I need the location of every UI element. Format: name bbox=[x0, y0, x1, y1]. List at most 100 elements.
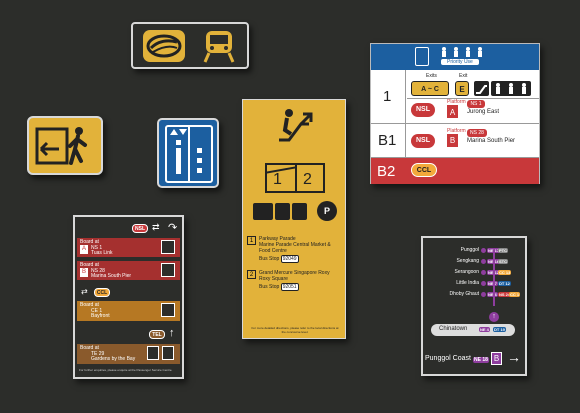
route-station-row: Sengkang NE 16 STC bbox=[423, 257, 527, 267]
right-arrow-icon: → bbox=[507, 349, 521, 365]
route-station-row: Punggol NE 17 PTC bbox=[423, 246, 527, 256]
exit-2-block: 2 Grand Mercure Singapore Roxy Roxy Squa… bbox=[247, 270, 343, 310]
ns28-code: NS 28 bbox=[470, 130, 484, 136]
station-code: DT 19 bbox=[493, 327, 506, 332]
current-station-pill: Chinatown NE 4 DT 19 bbox=[431, 324, 515, 336]
station-dot-icon bbox=[481, 259, 486, 264]
exit-number: 1 bbox=[249, 238, 254, 244]
level-label: B2 bbox=[377, 163, 396, 180]
toilet-icon bbox=[491, 81, 531, 96]
info-i-icon bbox=[176, 140, 181, 174]
level-b1-row: B1 NSL Platform B NS 28 Marina South Pie… bbox=[371, 124, 539, 158]
tel-row: Board at TE 29 Gardens by the Bay bbox=[77, 344, 180, 364]
station-dest: Tuas Link bbox=[91, 250, 113, 256]
exit-label: Exit bbox=[459, 73, 468, 79]
platform-letter: B bbox=[81, 269, 86, 275]
station-name: Little India bbox=[456, 280, 479, 286]
train-icon bbox=[197, 28, 241, 64]
level-b2-row: B2 CCL bbox=[371, 158, 539, 184]
up-down-arrow-icon bbox=[170, 129, 187, 135]
station-code: CC 1 bbox=[509, 292, 521, 297]
parking-icon: P bbox=[317, 201, 337, 221]
station-dot-icon bbox=[481, 292, 486, 297]
exit-dest: Roxy Square bbox=[259, 276, 288, 282]
platform-door-icon bbox=[161, 240, 175, 254]
escalator-icon bbox=[474, 81, 489, 96]
button-panel-icon bbox=[197, 148, 202, 173]
bus-stop-label: Bus Stop bbox=[259, 284, 280, 290]
station-dest: Gardens by the Bay bbox=[91, 356, 136, 362]
wheelchair-icon bbox=[275, 203, 290, 220]
taxi-icon bbox=[292, 203, 307, 220]
smrt-train-sign bbox=[131, 22, 249, 69]
tel-badge: TEL bbox=[152, 332, 162, 338]
nsl-badge: NSL bbox=[416, 137, 430, 144]
direction-up-icon: ↑ bbox=[489, 312, 499, 322]
bus-stop-code: 92049 bbox=[280, 255, 299, 263]
route-line bbox=[493, 250, 495, 306]
station-code: DT 12 bbox=[498, 281, 511, 286]
level-label: 1 bbox=[383, 88, 392, 105]
station-dot-icon bbox=[481, 270, 486, 275]
platform-a: A bbox=[449, 108, 456, 117]
platform-guide-sign: NSL ⇄ ↷ Board at A NS 1 Tuas Link Board … bbox=[73, 215, 184, 379]
station-dest: Marina South Pier bbox=[91, 273, 132, 279]
platform-letter: A bbox=[81, 246, 86, 252]
ccl-badge: CCL bbox=[96, 290, 108, 296]
amenity-icons: P bbox=[253, 201, 339, 223]
level-2-box: 2 bbox=[303, 171, 312, 188]
route-station-row: Dhoby Ghaut NE 6 NS 24 CC 1 bbox=[423, 290, 527, 300]
route-station-row: Little India NE 7 DT 12 bbox=[423, 279, 527, 289]
ccl-row: Board at CE 1 Bayfront bbox=[77, 301, 180, 321]
platform-door-icon bbox=[161, 263, 175, 277]
platform-row-a: Board at A NS 1 Tuas Link bbox=[77, 238, 180, 257]
level-label: B1 bbox=[378, 132, 397, 149]
platform-row-b: Board at B NS 28 Marina South Pier bbox=[77, 261, 180, 280]
escalator-exits-sign: 1 2 P 1 Parkway Parade Marine Parade Cen… bbox=[242, 99, 346, 339]
jurong-east-dest: Jurong East bbox=[467, 109, 500, 115]
platform-door-icon bbox=[147, 346, 159, 360]
transfer-walk-icon: ⇄ bbox=[81, 287, 88, 296]
route-board-sign: Punggol NE 17 PTC Sengkang NE 16 STC Serangoon… bbox=[421, 236, 527, 376]
station-name: Dhoby Ghaut bbox=[449, 291, 479, 297]
destination-code: NE 18 bbox=[473, 357, 489, 363]
level-1-box: 1 bbox=[273, 171, 282, 188]
station-name: Sengkang bbox=[456, 258, 479, 264]
brand-logo-icon bbox=[143, 30, 185, 62]
sign-footer: For more detailed directions, please ref… bbox=[251, 326, 339, 334]
platform-letter: B bbox=[493, 354, 500, 363]
station-code: NE 4 bbox=[479, 327, 490, 332]
platform-door-icon bbox=[161, 303, 175, 317]
station-name: Serangoon bbox=[454, 269, 479, 275]
turn-arrow-icon: ↷ bbox=[168, 222, 178, 234]
guide-footer: For further enquiries, please enquire at… bbox=[79, 368, 173, 372]
toilet-icon bbox=[253, 203, 273, 220]
priority-icons bbox=[442, 47, 482, 57]
bus-stop-label: Bus Stop bbox=[259, 256, 280, 262]
exit-dest: Food Centre bbox=[259, 248, 287, 254]
platform-door-icon bbox=[162, 346, 174, 360]
station-code: CC 13 bbox=[498, 270, 512, 275]
current-station-name: Chinatown bbox=[439, 326, 468, 332]
nsl-badge: NSL bbox=[416, 106, 430, 113]
exit-sign bbox=[27, 116, 103, 175]
platform-b: B bbox=[449, 136, 456, 145]
up-arrow-icon: ↑ bbox=[169, 327, 175, 339]
exits-label: Exits bbox=[426, 73, 437, 79]
exits-a-c: A ~ C bbox=[421, 86, 439, 93]
station-code: PTC bbox=[498, 248, 508, 253]
station-dest: Bayfront bbox=[91, 313, 110, 319]
exit-person-icon bbox=[35, 127, 87, 165]
transfer-icon: ⇄ bbox=[152, 222, 160, 232]
bus-stop-code: 92051 bbox=[280, 283, 299, 291]
destination-name: Punggol Coast bbox=[425, 355, 471, 362]
route-station-row: Serangoon NE 12 CC 13 bbox=[423, 268, 527, 278]
station-name: Punggol bbox=[460, 247, 479, 253]
level-1-row: 1 Exits Exit A ~ C E NSL Platform A NS 1… bbox=[371, 70, 539, 124]
priority-use-label: Priority Use bbox=[441, 59, 479, 65]
station-dot-icon bbox=[481, 281, 486, 286]
directory-header: Priority Use bbox=[371, 44, 539, 70]
lift-info-sign bbox=[157, 118, 219, 188]
ccl-badge: CCL bbox=[416, 167, 432, 174]
station-code: STC bbox=[498, 259, 508, 264]
